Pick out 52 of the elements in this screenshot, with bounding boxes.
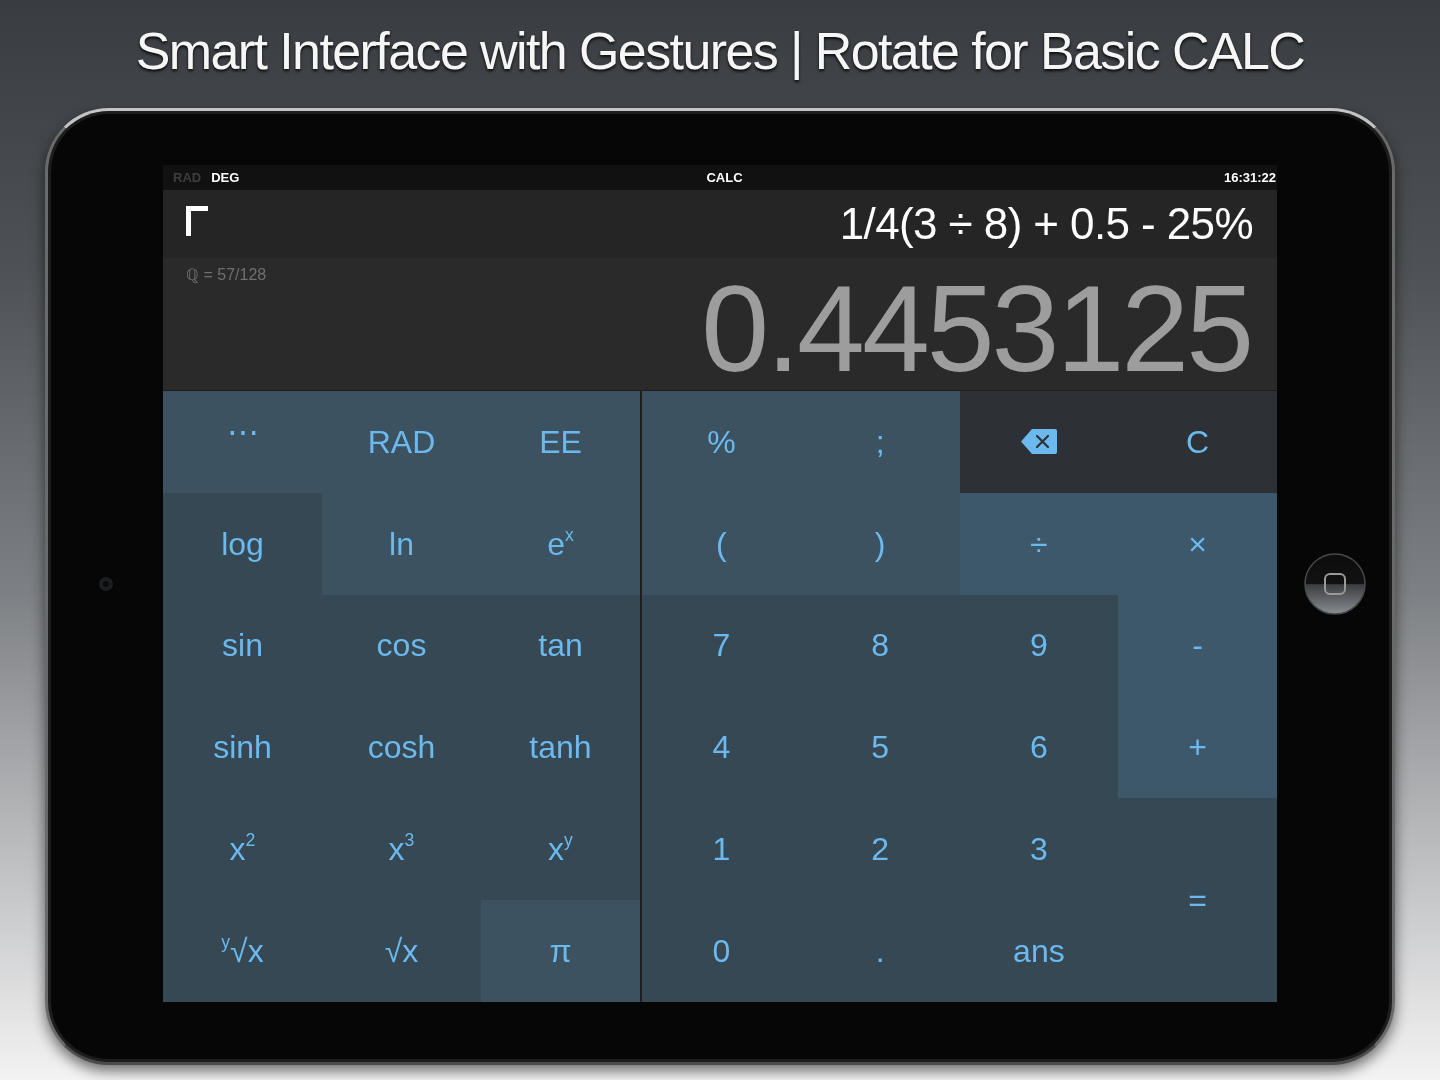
- calculator-key[interactable]: ⋯: [163, 391, 322, 493]
- calculator-key[interactable]: +: [1118, 696, 1277, 799]
- home-button-icon: [1303, 552, 1366, 615]
- calculator-key[interactable]: 8: [800, 594, 960, 697]
- app-title: CALC: [706, 170, 743, 185]
- corner-bracket-icon: [186, 206, 208, 236]
- backspace-button[interactable]: [959, 391, 1119, 493]
- calculator-key[interactable]: √x: [322, 900, 481, 1002]
- calculator-key[interactable]: x$^{2}$: [163, 798, 322, 901]
- calculator-key[interactable]: 3: [959, 798, 1119, 901]
- camera-icon: [98, 576, 113, 591]
- calculator-key[interactable]: ): [800, 492, 960, 595]
- calculator-key[interactable]: 1: [642, 798, 801, 901]
- fraction-text: ℚ = 57/128: [186, 265, 267, 285]
- calculator-key[interactable]: %: [642, 391, 801, 493]
- calculator-key[interactable]: ln: [322, 492, 481, 595]
- result-display: 0.4453125: [701, 268, 1251, 390]
- calculator-key[interactable]: sin: [163, 594, 322, 697]
- calculator-key[interactable]: x$^{3}$: [322, 798, 481, 901]
- calculator-key[interactable]: C: [1118, 391, 1277, 493]
- calculator-key[interactable]: EE: [481, 391, 640, 493]
- calculator-key[interactable]: π: [481, 900, 640, 1002]
- calculator-key[interactable]: =: [1118, 798, 1277, 1002]
- calculator-key[interactable]: 9: [959, 594, 1119, 697]
- backspace-icon: [1020, 429, 1057, 455]
- calculator-key[interactable]: 2: [800, 798, 960, 901]
- calculator-key[interactable]: sinh: [163, 696, 322, 799]
- caption-heading: Smart Interface with Gestures | Rotate for Basic CALC: [135, 21, 1305, 82]
- calculator-key[interactable]: .: [800, 900, 960, 1002]
- calculator-key[interactable]: tanh: [481, 696, 640, 799]
- calculator-key[interactable]: ÷: [959, 492, 1119, 595]
- calculator-key[interactable]: e$^{x}$: [481, 492, 640, 595]
- calculator-key[interactable]: cos: [322, 594, 481, 697]
- calculator-key[interactable]: 7: [642, 594, 801, 697]
- calculator-key[interactable]: ;: [800, 391, 960, 493]
- calculator-key[interactable]: 4: [642, 696, 801, 799]
- calculator-key[interactable]: $^{y}$√x: [163, 900, 322, 1002]
- calculator-key[interactable]: 6: [959, 696, 1119, 799]
- calculator-key[interactable]: cosh: [322, 696, 481, 799]
- calculator-key[interactable]: 5: [800, 696, 960, 799]
- calculator-key[interactable]: ans: [959, 900, 1119, 1002]
- calculator-key[interactable]: 0: [642, 900, 801, 1002]
- calculator-key[interactable]: log: [163, 492, 322, 595]
- calculator-key[interactable]: x$^{y}$: [481, 798, 640, 901]
- expression-text: 1/4(3 ÷ 8) + 0.5 - 25%: [839, 199, 1253, 249]
- clock-time: 16:31:22: [1223, 170, 1276, 185]
- calculator-key[interactable]: tan: [481, 594, 640, 697]
- calculator-key[interactable]: RAD: [322, 391, 481, 493]
- calculator-key[interactable]: (: [642, 492, 801, 595]
- angle-mode-indicator[interactable]: DEG: [211, 170, 240, 185]
- calculator-key[interactable]: -: [1118, 594, 1277, 697]
- calculator-key[interactable]: ×: [1118, 492, 1277, 595]
